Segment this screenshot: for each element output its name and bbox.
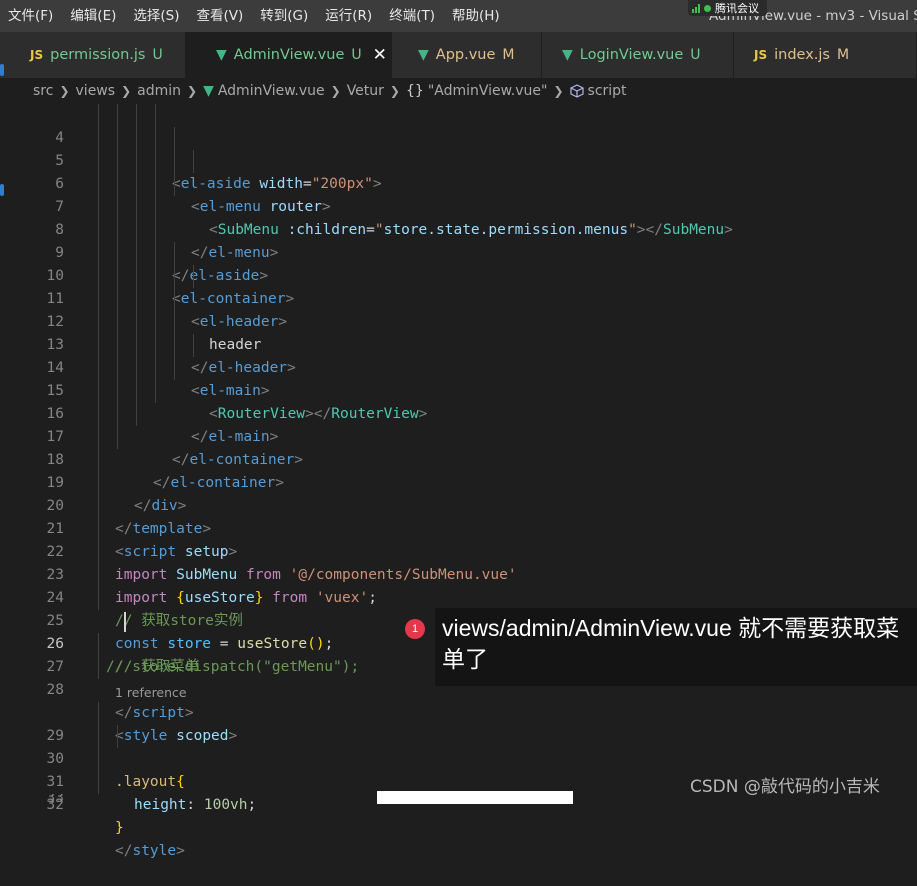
tab-git-status: U [152, 47, 163, 63]
code-line[interactable]: 20 <script setup> [0, 472, 917, 560]
tab-git-status: M [502, 47, 515, 63]
recording-dot-icon [704, 4, 711, 12]
annotation-callout: views/admin/AdminView.vue 就不需要获取菜单了 [435, 608, 917, 686]
occluding-block [377, 791, 573, 804]
chevron-right-icon: ❯ [553, 84, 564, 98]
code-line[interactable]: 11 header [0, 265, 917, 353]
breadcrumb-symbol[interactable]: script [569, 83, 627, 99]
code-line[interactable]: 19 </template> [0, 449, 917, 537]
menu-edit[interactable]: 编辑(E) [62, 0, 125, 32]
breadcrumb-views[interactable]: views [76, 83, 116, 99]
code-line[interactable]: 31 } [0, 748, 917, 836]
code-line[interactable]: 9 <el-container> [0, 219, 917, 307]
code-line[interactable]: 6 <SubMenu :children="store.state.permis… [0, 150, 917, 238]
chevron-right-icon: ❯ [187, 84, 198, 98]
tab-label: AdminView.vue [233, 47, 345, 63]
tab-app-vue[interactable]: ▼ App.vue M [392, 32, 542, 78]
code-line[interactable]: 21 import SubMenu from '@/components/Sub… [0, 495, 917, 583]
code-line[interactable]: 18 </div> [0, 426, 917, 514]
menu-terminal[interactable]: 终端(T) [381, 0, 444, 32]
line-number: 28 [46, 682, 64, 698]
breadcrumb-src[interactable]: src [33, 83, 53, 99]
code-editor[interactable]: 4 <el-aside width="200px"> 5 <el-menu ro… [0, 64, 917, 859]
line-number: 33 [46, 794, 64, 804]
menu-bar: 文件(F) 编辑(E) 选择(S) 查看(V) 转到(G) 运行(R) 终端(T… [0, 0, 509, 32]
breadcrumb: src ❯ views ❯ admin ❯ ▼ AdminView.vue ❯ … [0, 78, 917, 104]
tab-index-js[interactable]: JS index.js M [734, 32, 917, 78]
meeting-badge-label: 腾讯会议 [715, 2, 759, 15]
code-line[interactable]: 22 import {useStore} from 'vuex'; [0, 518, 917, 606]
menu-go[interactable]: 转到(G) [252, 0, 317, 32]
activity-marker [0, 64, 4, 76]
braces-icon: {} [405, 83, 424, 99]
title-bar: 文件(F) 编辑(E) 选择(S) 查看(V) 转到(G) 运行(R) 终端(T… [0, 0, 917, 32]
codelens-references[interactable]: 1 reference [115, 683, 187, 703]
code-line[interactable]: 10 <el-header> [0, 242, 917, 330]
chevron-right-icon: ❯ [59, 84, 70, 98]
menu-view[interactable]: 查看(V) [189, 0, 253, 32]
code-line[interactable]: 5 <el-menu router> [0, 127, 917, 215]
chevron-right-icon: ❯ [389, 84, 400, 98]
breadcrumb-block-label: "AdminView.vue" [427, 83, 548, 99]
code-line[interactable]: 13 <el-main> [0, 311, 917, 399]
cube-icon [569, 84, 584, 98]
breadcrumb-symbol-label: script [587, 83, 627, 99]
vue-file-icon: ▼ [418, 47, 429, 63]
code-line[interactable]: 24 const store = useStore(); [0, 564, 917, 652]
code-text: } [115, 820, 124, 836]
vue-file-icon: ▼ [562, 47, 573, 63]
code-line[interactable]: 16 </el-container> [0, 380, 917, 468]
code-line[interactable]: 25 // 获取菜单 [0, 587, 917, 675]
menu-file[interactable]: 文件(F) [0, 0, 62, 32]
js-file-icon: JS [754, 48, 768, 62]
meeting-badge[interactable]: 腾讯会议 [688, 0, 767, 16]
code-line[interactable]: 12 </el-header> [0, 288, 917, 376]
tab-adminview-vue[interactable]: ▼ AdminView.vue U ✕ [186, 32, 392, 78]
vue-file-icon: ▼ [203, 83, 214, 99]
breadcrumb-file-label: AdminView.vue [217, 83, 325, 99]
csdn-watermark: CSDN @敲代码的小吉米 [690, 777, 880, 797]
chevron-right-icon: ❯ [330, 84, 341, 98]
menu-run[interactable]: 运行(R) [317, 0, 381, 32]
text-cursor [124, 612, 126, 632]
chevron-right-icon: ❯ [121, 84, 132, 98]
code-line[interactable]: 14 <RouterView></RouterView> [0, 334, 917, 422]
tab-loginview-vue[interactable]: ▼ LoginView.vue U [542, 32, 734, 78]
annotation-number-badge: 1 [405, 619, 425, 639]
code-line[interactable]: 17 </el-container> [0, 403, 917, 491]
editor-tabs: JS permission.js U ▼ AdminView.vue U ✕ ▼… [0, 32, 917, 78]
breadcrumb-admin[interactable]: admin [137, 83, 181, 99]
vue-file-icon: ▼ [216, 47, 227, 63]
tab-git-status: M [836, 47, 850, 63]
js-file-icon: JS [30, 48, 44, 62]
tab-label: LoginView.vue [579, 47, 684, 63]
code-line[interactable]: 8 </el-aside> [0, 196, 917, 284]
code-line[interactable]: 4 <el-aside width="200px"> [0, 104, 917, 192]
signal-icon [692, 3, 700, 13]
tab-git-status: U [351, 47, 362, 63]
code-line[interactable]: 29 .layout{ [0, 702, 917, 790]
breadcrumb-vetur[interactable]: Vetur [347, 83, 384, 99]
close-icon[interactable]: ✕ [373, 45, 387, 65]
code-line[interactable]: 15 </el-main> [0, 357, 917, 445]
breadcrumb-block[interactable]: {} "AdminView.vue" [406, 83, 547, 99]
menu-selection[interactable]: 选择(S) [125, 0, 188, 32]
code-line[interactable]: 30 height: 100vh; [0, 725, 917, 813]
menu-help[interactable]: 帮助(H) [444, 0, 509, 32]
tab-label: index.js [774, 47, 830, 63]
tab-git-status: U [690, 47, 701, 63]
tab-permission-js[interactable]: JS permission.js U [0, 32, 186, 78]
breadcrumb-file[interactable]: ▼ AdminView.vue [203, 83, 325, 99]
code-text: </style> [115, 843, 185, 859]
code-line[interactable]: 7 </el-menu> [0, 173, 917, 261]
tab-label: App.vue [435, 47, 496, 63]
code-line[interactable]: 23 // 获取store实例 [0, 541, 917, 629]
tab-label: permission.js [50, 47, 146, 63]
